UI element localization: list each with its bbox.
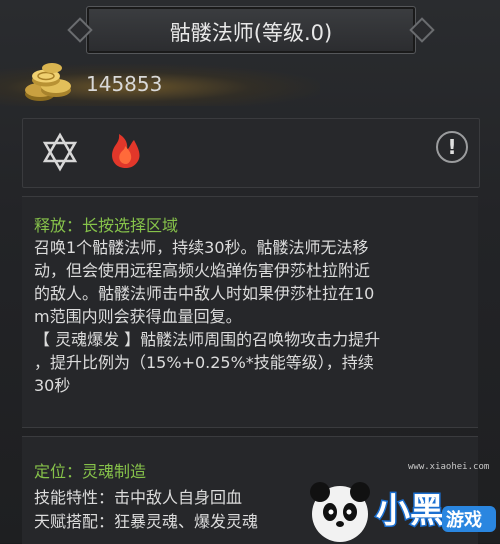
watermark-url: www.xiaohei.com (408, 462, 490, 472)
skill-icons-panel (22, 118, 480, 188)
description-line: 【 灵魂爆发 】骷髅法师周围的召唤物攻击力提升 (34, 330, 381, 349)
description-line: 召唤1个骷髅法师，持续30秒。骷髅法师无法移 (34, 238, 369, 257)
talent-line: 天赋搭配：狂暴灵魂、爆发灵魂 (34, 512, 259, 531)
description-line: ，提升比例为（15%+0.25%*技能等级），持续 (34, 353, 374, 372)
release-label: 释放：长按选择区域 (34, 216, 179, 235)
title-bar: 骷髅法师(等级.0) (86, 6, 416, 54)
gold-row: 145853 (0, 58, 500, 110)
skill-description: 召唤1个骷髅法师，持续30秒。骷髅法师无法移 动，但会使用远程高频火焰弹伤害伊莎… (34, 236, 474, 397)
description-line: m范围内则会获得血量回复。 (34, 307, 242, 326)
description-line: 动，但会使用远程高频火焰弹伤害伊莎杜拉附近 (34, 261, 371, 280)
gold-amount: 145853 (86, 72, 163, 96)
position-label: 定位：灵魂制造 (34, 462, 147, 481)
trait-line: 技能特性：击中敌人自身回血 (34, 488, 243, 507)
fire-icon (112, 134, 140, 168)
hexagram-star-icon (42, 132, 78, 172)
description-line: 的敌人。骷髅法师击中敌人时如果伊莎杜拉在10 (34, 284, 375, 303)
svg-text:小黑: 小黑 (376, 491, 444, 531)
gold-coins-icon (25, 63, 71, 101)
description-line: 30秒 (34, 376, 71, 395)
watermark-logo: 小黑 游戏 (310, 482, 496, 542)
info-icon[interactable]: ! (436, 131, 468, 163)
skill-title: 骷髅法师(等级.0) (169, 21, 333, 45)
svg-text:游戏: 游戏 (446, 509, 482, 531)
